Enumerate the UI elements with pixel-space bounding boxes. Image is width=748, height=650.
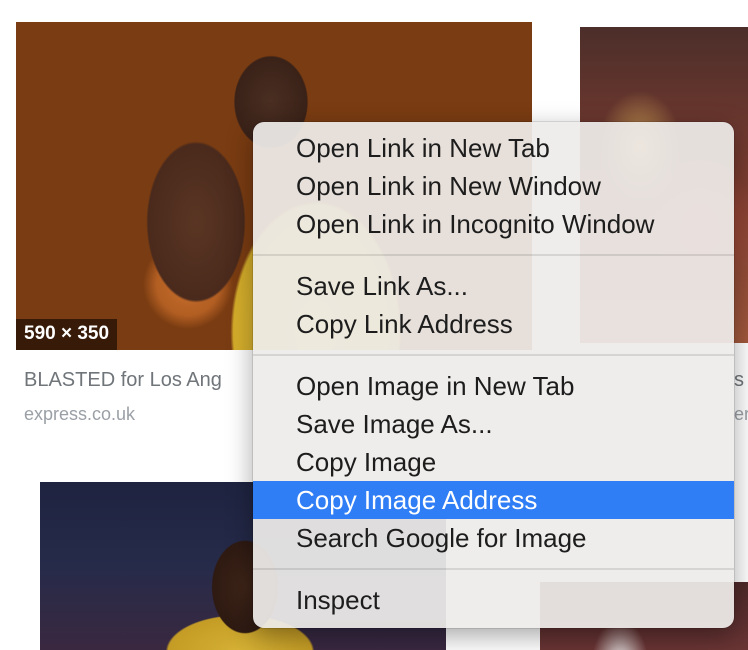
menu-separator — [253, 343, 734, 367]
result-source[interactable]: er. — [734, 404, 748, 425]
menu-item-open-link-incognito[interactable]: Open Link in Incognito Window — [253, 205, 734, 243]
menu-item-open-link-new-tab[interactable]: Open Link in New Tab — [253, 129, 734, 167]
menu-item-save-image-as[interactable]: Save Image As... — [253, 405, 734, 443]
result-caption[interactable]: BLASTED for Los Ang — [24, 369, 260, 392]
menu-item-copy-link-address[interactable]: Copy Link Address — [253, 305, 734, 343]
menu-separator — [253, 557, 734, 581]
menu-separator — [253, 243, 734, 267]
menu-item-copy-image[interactable]: Copy Image — [253, 443, 734, 481]
menu-item-search-google-for-image[interactable]: Search Google for Image — [253, 519, 734, 557]
result-source[interactable]: express.co.uk — [24, 404, 260, 425]
menu-item-open-link-new-window[interactable]: Open Link in New Window — [253, 167, 734, 205]
menu-item-open-image-new-tab[interactable]: Open Image in New Tab — [253, 367, 734, 405]
context-menu: Open Link in New Tab Open Link in New Wi… — [253, 122, 734, 628]
menu-item-inspect[interactable]: Inspect — [253, 581, 734, 619]
menu-item-copy-image-address[interactable]: Copy Image Address — [253, 481, 734, 519]
result-caption[interactable]: s — [734, 369, 748, 392]
menu-item-save-link-as[interactable]: Save Link As... — [253, 267, 734, 305]
image-dimensions-badge: 590 × 350 — [16, 319, 118, 350]
